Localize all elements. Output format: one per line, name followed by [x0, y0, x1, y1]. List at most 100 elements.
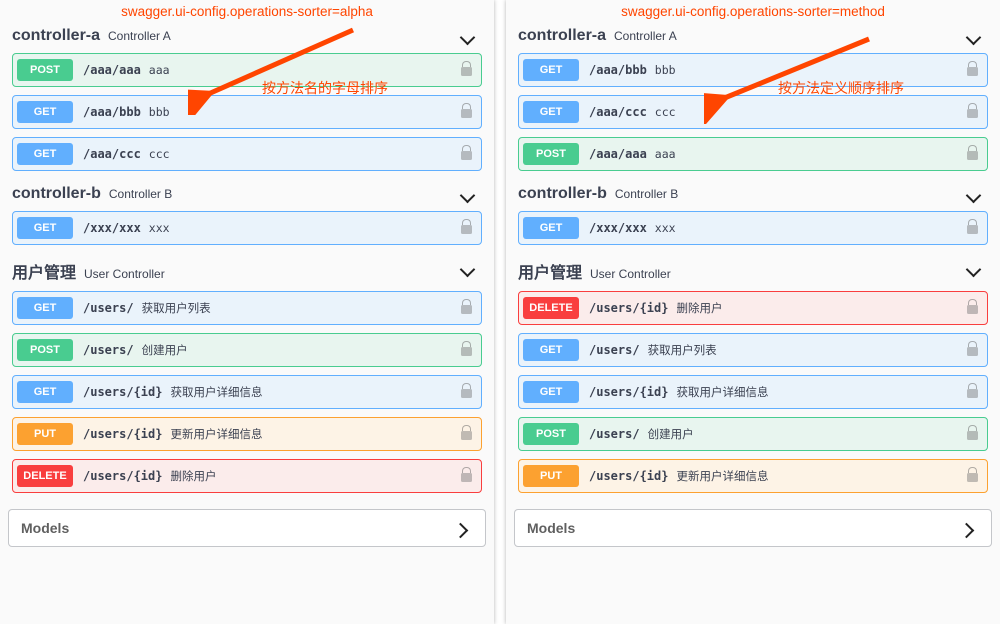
operation-path: /users/ — [83, 301, 134, 315]
panel-left: swagger.ui-config.operations-sorter=alph… — [0, 0, 494, 624]
lock-icon[interactable] — [461, 301, 473, 315]
operation-summary: 获取用户列表 — [142, 300, 211, 316]
tag-section-user: 用户管理 User Controller DELETE /users/{id} … — [514, 253, 992, 493]
operation-path: /aaa/ccc — [83, 147, 141, 161]
caption-right: swagger.ui-config.operations-sorter=meth… — [514, 0, 992, 21]
caption-left: swagger.ui-config.operations-sorter=alph… — [8, 0, 486, 21]
tag-header[interactable]: 用户管理 User Controller — [8, 253, 486, 291]
tag-name: controller-b — [518, 185, 607, 203]
method-badge: DELETE — [523, 297, 579, 319]
annotation-left: 按方法名的字母排序 — [262, 78, 388, 98]
lock-icon[interactable] — [967, 63, 979, 77]
lock-icon[interactable] — [967, 343, 979, 357]
operation-row[interactable]: GET /aaa/ccc ccc — [12, 137, 482, 171]
chevron-right-icon — [455, 522, 471, 538]
operation-path: /users/{id} — [589, 385, 668, 399]
models-toggle[interactable]: Models — [9, 510, 485, 546]
operation-path: /users/ — [589, 343, 640, 357]
method-badge: POST — [17, 59, 73, 81]
operation-row[interactable]: DELETE /users/{id} 删除用户 — [518, 291, 988, 325]
chevron-right-icon — [961, 522, 977, 538]
operation-row[interactable]: GET /xxx/xxx xxx — [518, 211, 988, 245]
operation-summary: aaa — [655, 147, 676, 161]
chevron-down-icon — [966, 263, 982, 279]
operation-summary: bbb — [149, 105, 170, 119]
operation-summary: 创建用户 — [648, 426, 694, 442]
method-badge: POST — [523, 143, 579, 165]
models-toggle[interactable]: Models — [515, 510, 991, 546]
operation-row[interactable]: GET /users/{id} 获取用户详细信息 — [12, 375, 482, 409]
operation-path: /users/ — [589, 427, 640, 441]
lock-icon[interactable] — [967, 385, 979, 399]
operation-path: /aaa/bbb — [83, 105, 141, 119]
chevron-down-icon — [460, 31, 476, 47]
operation-row[interactable]: POST /aaa/aaa aaa — [518, 137, 988, 171]
operation-row[interactable]: POST /users/ 创建用户 — [518, 417, 988, 451]
lock-icon[interactable] — [461, 427, 473, 441]
operation-row[interactable]: GET /users/ 获取用户列表 — [12, 291, 482, 325]
operation-summary: 获取用户详细信息 — [170, 384, 262, 400]
operation-path: /users/{id} — [589, 301, 668, 315]
annotation-right: 按方法定义顺序排序 — [778, 78, 904, 98]
operation-row[interactable]: GET /users/{id} 获取用户详细信息 — [518, 375, 988, 409]
chevron-down-icon — [460, 263, 476, 279]
operation-summary: 删除用户 — [676, 300, 722, 316]
lock-icon[interactable] — [461, 221, 473, 235]
operation-summary: 获取用户列表 — [648, 342, 717, 358]
tag-name: controller-a — [518, 27, 606, 45]
operation-path: /xxx/xxx — [83, 221, 141, 235]
operation-path: /users/{id} — [83, 427, 162, 441]
operation-summary: 更新用户详细信息 — [676, 468, 768, 484]
lock-icon[interactable] — [461, 469, 473, 483]
lock-icon[interactable] — [461, 147, 473, 161]
operation-path: /users/ — [83, 343, 134, 357]
lock-icon[interactable] — [461, 343, 473, 357]
method-badge: GET — [17, 101, 73, 123]
tag-name: 用户管理 — [518, 259, 582, 283]
models-section: Models — [8, 509, 486, 547]
lock-icon[interactable] — [461, 105, 473, 119]
method-badge: PUT — [17, 423, 73, 445]
lock-icon[interactable] — [461, 385, 473, 399]
tag-header[interactable]: 用户管理 User Controller — [514, 253, 992, 291]
method-badge: GET — [523, 217, 579, 239]
operation-path: /users/{id} — [83, 469, 162, 483]
chevron-down-icon — [966, 31, 982, 47]
operation-path: /users/{id} — [589, 469, 668, 483]
tag-header[interactable]: controller-b Controller B — [8, 179, 486, 211]
arrow-left-icon — [188, 15, 358, 115]
method-badge: PUT — [523, 465, 579, 487]
tag-section-controller-b: controller-b Controller B GET /xxx/xxx x… — [514, 179, 992, 245]
operation-row[interactable]: GET /users/ 获取用户列表 — [518, 333, 988, 367]
lock-icon[interactable] — [967, 427, 979, 441]
operation-path: /users/{id} — [83, 385, 162, 399]
tag-header[interactable]: controller-b Controller B — [514, 179, 992, 211]
operation-summary: ccc — [655, 105, 676, 119]
method-badge: GET — [523, 381, 579, 403]
lock-icon[interactable] — [967, 147, 979, 161]
lock-icon[interactable] — [967, 221, 979, 235]
operation-summary: 更新用户详细信息 — [170, 426, 262, 442]
operation-row[interactable]: PUT /users/{id} 更新用户详细信息 — [518, 459, 988, 493]
operation-summary: 删除用户 — [170, 468, 216, 484]
tag-desc: Controller B — [615, 187, 678, 201]
lock-icon[interactable] — [967, 105, 979, 119]
tag-desc: Controller A — [614, 29, 677, 43]
lock-icon[interactable] — [967, 469, 979, 483]
operation-row[interactable]: PUT /users/{id} 更新用户详细信息 — [12, 417, 482, 451]
lock-icon[interactable] — [461, 63, 473, 77]
operation-row[interactable]: POST /users/ 创建用户 — [12, 333, 482, 367]
operation-row[interactable]: DELETE /users/{id} 删除用户 — [12, 459, 482, 493]
method-badge: POST — [523, 423, 579, 445]
tag-desc: User Controller — [84, 267, 165, 281]
chevron-down-icon — [966, 189, 982, 205]
operation-summary: ccc — [149, 147, 170, 161]
lock-icon[interactable] — [967, 301, 979, 315]
models-title: Models — [21, 520, 69, 536]
panel-right: swagger.ui-config.operations-sorter=meth… — [506, 0, 1000, 624]
tag-name: controller-a — [12, 27, 100, 45]
operation-row[interactable]: GET /xxx/xxx xxx — [12, 211, 482, 245]
method-badge: POST — [17, 339, 73, 361]
models-section: Models — [514, 509, 992, 547]
operation-summary: 创建用户 — [142, 342, 188, 358]
